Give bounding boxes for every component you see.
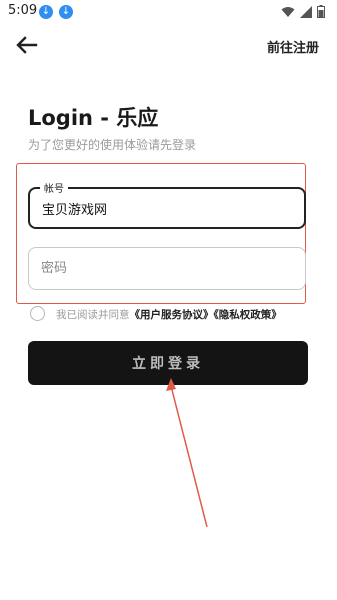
download-icon: ↓ [39, 5, 53, 19]
password-input[interactable] [41, 248, 295, 289]
top-bar: 前往注册 [0, 30, 337, 62]
page-title: Login - 乐应 [28, 106, 159, 130]
account-field[interactable]: 帐号 [28, 180, 306, 229]
status-time: 5:09 [8, 3, 38, 18]
signal-icon [300, 5, 312, 18]
agreement-text: 我已阅读并同意《用户服务协议》《隐私权政策》 [56, 307, 282, 322]
battery-icon [317, 5, 325, 18]
account-input[interactable] [42, 189, 294, 227]
privacy-policy-link[interactable]: 《隐私权政策》 [214, 309, 282, 321]
arrow-left-icon [16, 36, 38, 54]
agreement-checkbox[interactable] [30, 306, 45, 321]
register-link[interactable]: 前往注册 [267, 37, 319, 56]
status-bar: 5:09 ↓ ↓ [0, 0, 337, 26]
password-field[interactable] [28, 247, 306, 290]
wifi-icon [281, 6, 295, 17]
user-agreement-link[interactable]: 《用户服务协议》 [130, 309, 214, 321]
agreement-row: 我已阅读并同意《用户服务协议》《隐私权政策》 [28, 305, 328, 325]
login-button[interactable]: 立即登录 [28, 341, 308, 385]
download-icon: ↓ [59, 5, 73, 19]
back-button[interactable] [14, 32, 40, 58]
agreement-prefix: 我已阅读并同意 [56, 309, 130, 321]
page-subtitle: 为了您更好的使用体验请先登录 [28, 138, 197, 152]
